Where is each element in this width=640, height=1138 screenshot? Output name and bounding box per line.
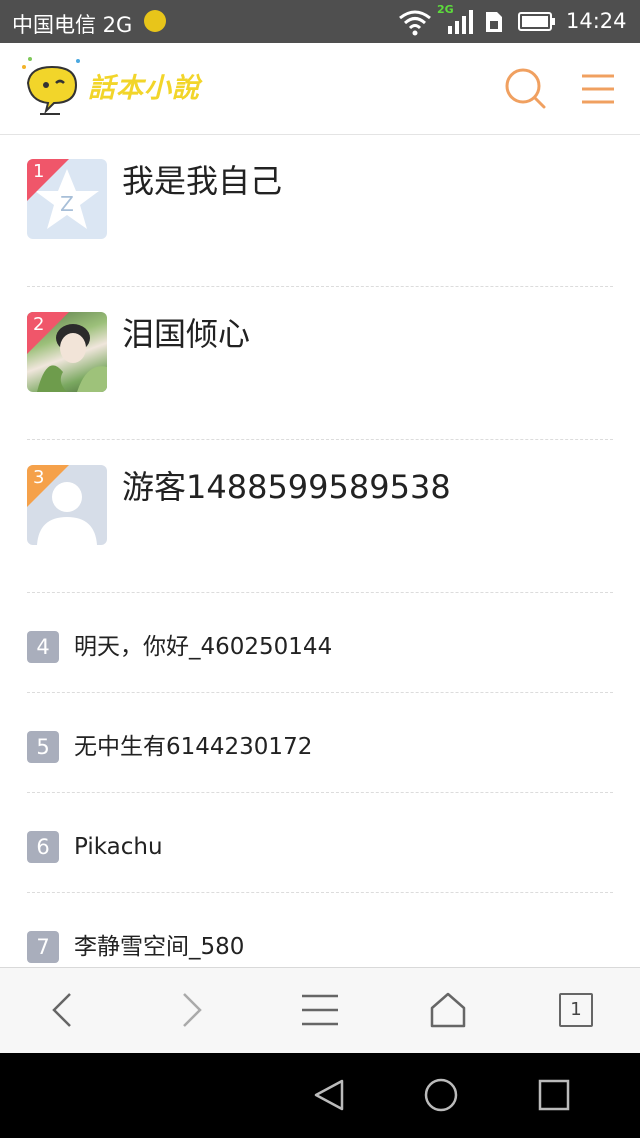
search-icon[interactable] (504, 67, 546, 109)
user-name: Pikachu (74, 834, 163, 860)
battery-icon (518, 12, 555, 31)
carrier-label: 中国电信 2G (12, 13, 133, 37)
browser-toolbar: 1 (0, 967, 640, 1054)
clock: 14:24 (566, 9, 627, 33)
tabs-icon: 1 (559, 993, 593, 1027)
user-name: 游客1488599589538 (122, 468, 451, 506)
list-item[interactable]: 3 游客1488599589538 (0, 440, 640, 593)
user-name: 明天，你好_460250144 (74, 634, 333, 660)
chevron-left-icon[interactable] (40, 988, 84, 1032)
menu-icon[interactable] (298, 988, 342, 1032)
home-icon[interactable] (426, 988, 470, 1032)
user-name: 我是我自己 (122, 162, 283, 200)
tabs-button[interactable]: 1 (554, 988, 598, 1032)
user-name: 李静雪空间_580 (74, 934, 245, 960)
status-bar: 中国电信 2G 2G 14:24 (0, 0, 640, 43)
list-item[interactable]: 5 无中生有6144230172 (0, 693, 640, 793)
list-item[interactable]: 6 Pikachu (0, 793, 640, 893)
rank-badge: 5 (27, 731, 59, 763)
photo-avatar: 2 (27, 312, 107, 392)
rank-badge: 4 (27, 631, 59, 663)
user-name: 无中生有6144230172 (74, 734, 313, 760)
list-item[interactable]: Z 1 我是我自己 (0, 134, 640, 287)
rank-number: 3 (33, 467, 45, 488)
rank-number: 2 (33, 314, 45, 335)
wifi-icon (399, 10, 431, 36)
home-circle-icon[interactable] (419, 1073, 463, 1117)
system-nav-bar (0, 1053, 640, 1138)
list-item[interactable]: 4 明天，你好_460250144 (0, 593, 640, 693)
rank-number: 1 (33, 161, 45, 182)
sim-card-icon (486, 12, 502, 32)
app-header: 話本小說 (0, 43, 640, 135)
carrier-badge-icon (144, 10, 166, 32)
rank-badge: 7 (27, 931, 59, 963)
list-item[interactable]: 2 泪国倾心 (0, 287, 640, 440)
recent-apps-icon[interactable] (532, 1073, 576, 1117)
user-name: 泪国倾心 (122, 315, 251, 353)
chevron-right-icon[interactable] (170, 988, 214, 1032)
rank-badge: 6 (27, 831, 59, 863)
default-person-avatar: 3 (27, 465, 107, 545)
back-triangle-icon[interactable] (306, 1073, 350, 1117)
logo-text: 話本小說 (88, 73, 200, 104)
signal-icon (448, 10, 473, 34)
ranking-list: Z 1 我是我自己 2 泪国倾心 3 游客1488599589538 4 明天，… (0, 134, 640, 993)
qq-star-avatar: Z 1 (27, 159, 107, 239)
tabs-count: 1 (570, 999, 582, 1020)
menu-icon[interactable] (580, 73, 616, 105)
logo-icon[interactable] (18, 53, 86, 117)
